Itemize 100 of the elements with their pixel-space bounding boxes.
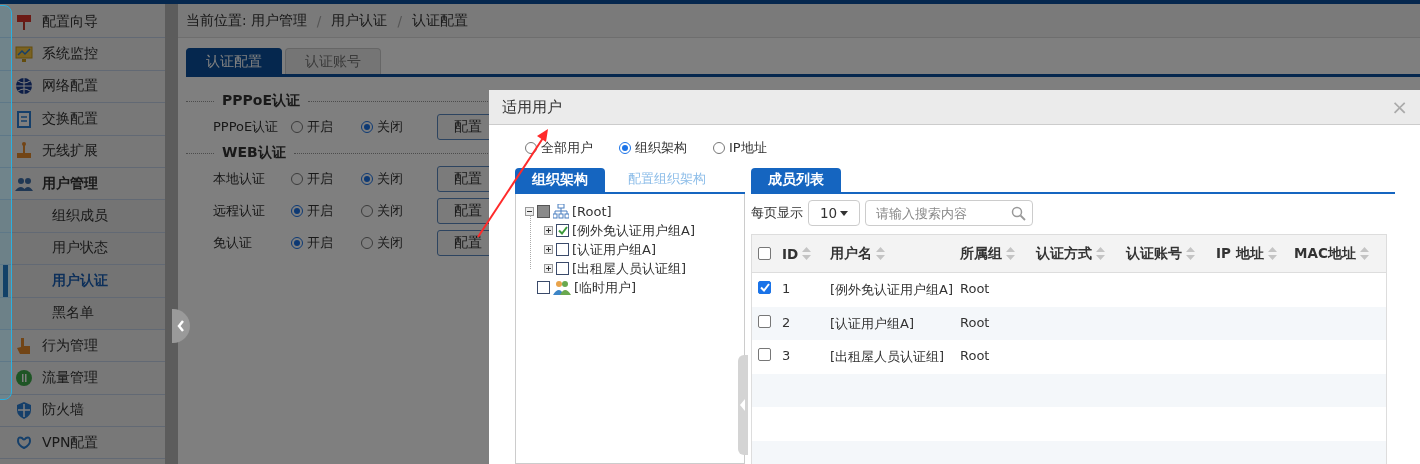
radio-button[interactable] [713, 142, 725, 154]
collapse-handle[interactable] [172, 309, 190, 343]
globe-icon [14, 76, 34, 97]
field-label: 免认证 [213, 234, 253, 252]
collapse-icon[interactable] [525, 207, 534, 216]
sidebar-item[interactable]: 交换配置 [0, 103, 165, 136]
table-cell-text: [认证用户组A] [830, 314, 916, 333]
sidebar-item[interactable]: 流量管理 [0, 362, 165, 395]
breadcrumb-item: 当前位置: 用户管理 [186, 11, 307, 30]
sort-icon[interactable] [876, 246, 885, 261]
field-label: 本地认证 [213, 170, 266, 188]
radio-button[interactable] [361, 205, 373, 217]
radio-label[interactable]: 开启 [307, 118, 333, 136]
clipboard-icon [14, 108, 34, 129]
table-cell-text: [例外免认证用户组A] [830, 281, 955, 299]
search-icon[interactable] [1011, 206, 1026, 221]
expand-icon[interactable] [544, 245, 553, 254]
dialog-title: 适用用户 [502, 97, 563, 117]
sort-icon[interactable] [1096, 246, 1105, 261]
tree-label[interactable]: [认证用户组A] [572, 240, 657, 259]
column-header[interactable]: MAC地址 [1294, 244, 1356, 263]
sidebar-item[interactable]: 网络配置 [0, 70, 165, 104]
radio-button[interactable] [619, 142, 631, 154]
users-icon [553, 280, 571, 295]
tree-label[interactable]: [Root] [572, 204, 612, 219]
table-cell-text: 2 [782, 314, 792, 330]
page-size-dropdown[interactable]: 10 [808, 200, 860, 226]
column-header[interactable]: 认证账号 [1126, 244, 1182, 263]
panel-tab[interactable]: 组织架构 [515, 168, 605, 192]
radio-label[interactable]: 开启 [307, 170, 333, 188]
tree-label[interactable]: [临时用户] [574, 278, 637, 297]
radio-label[interactable]: 开启 [307, 234, 333, 252]
sidebar-item[interactable]: 防火墙 [0, 394, 165, 428]
checkbox[interactable] [556, 224, 569, 237]
sidebar-item[interactable]: 系统监控 [0, 38, 165, 71]
radio-button[interactable] [291, 121, 303, 133]
breadcrumb-separator: / [316, 12, 322, 29]
column-header[interactable]: 认证方式 [1036, 244, 1092, 263]
shield-icon [14, 400, 34, 421]
column-header[interactable]: IP 地址 [1216, 244, 1264, 263]
checkbox[interactable] [537, 281, 550, 294]
expand-icon[interactable] [544, 264, 553, 273]
radio-label[interactable]: 关闭 [377, 118, 403, 136]
radio-label[interactable]: 全部用户 [541, 139, 593, 157]
sort-icon[interactable] [802, 246, 812, 261]
checkbox[interactable] [537, 205, 550, 218]
column-header[interactable]: 用户名 [830, 244, 872, 263]
radio-label[interactable]: 关闭 [377, 170, 403, 188]
breadcrumb-separator: / [397, 12, 402, 29]
search-field[interactable]: 请输入搜索内容 [865, 200, 1033, 226]
radio-button[interactable] [361, 237, 373, 249]
radio-label[interactable]: 开启 [307, 202, 333, 220]
collapse-handle[interactable] [738, 355, 748, 455]
breadcrumb-item[interactable]: 用户认证 [331, 11, 388, 30]
radio-button[interactable] [361, 173, 373, 185]
sort-icon[interactable] [1359, 246, 1369, 261]
page-size-label: 每页显示 [751, 204, 803, 222]
radio-button[interactable] [525, 142, 537, 154]
sort-icon[interactable] [1006, 246, 1015, 261]
checkbox[interactable] [556, 262, 569, 275]
sort-icon[interactable] [1186, 246, 1195, 261]
network-icon [553, 204, 569, 219]
checkbox[interactable] [758, 281, 771, 294]
tab[interactable]: 认证配置 [186, 48, 282, 74]
radio-label[interactable]: IP地址 [729, 139, 767, 157]
radio-button[interactable] [291, 173, 303, 185]
panel-tab[interactable]: 成员列表 [751, 168, 841, 192]
column-header[interactable]: ID [782, 245, 799, 262]
table-cell-text: Root [960, 348, 991, 363]
table-cell-text: 3 [782, 348, 792, 363]
checkbox[interactable] [758, 314, 771, 328]
tree-label[interactable]: [例外免认证用户组A] [572, 221, 696, 240]
checkbox[interactable] [758, 348, 771, 361]
checkbox[interactable] [556, 243, 569, 256]
tree-label[interactable]: [出租屋人员认证组] [572, 259, 687, 278]
submenu-item[interactable]: 用户状态 [0, 232, 165, 266]
radio-label[interactable]: 关闭 [377, 202, 403, 220]
breadcrumb-item: 认证配置 [411, 11, 468, 30]
circle-icon [14, 368, 34, 388]
radio-label[interactable]: 关闭 [377, 234, 403, 252]
radio-label[interactable]: 组织架构 [635, 139, 687, 157]
table-cell-text: 1 [782, 281, 792, 296]
column-header[interactable]: 所属组 [960, 244, 1002, 263]
radio-button[interactable] [291, 237, 303, 249]
field-label: 远程认证 [213, 202, 266, 220]
sort-icon[interactable] [1267, 246, 1277, 261]
checkbox[interactable] [758, 247, 771, 260]
submenu-item[interactable]: 黑名单 [0, 297, 165, 330]
table-cell-text: Root [960, 314, 991, 330]
radio-button[interactable] [361, 121, 373, 133]
table-cell-text: [出租屋人员认证组] [830, 348, 946, 366]
monitor-icon [14, 44, 34, 65]
table-cell-text: Root [960, 281, 991, 296]
caret-icon [840, 210, 849, 216]
submenu-item[interactable]: 组织成员 [0, 200, 165, 233]
submenu-item[interactable]: 用户认证 [0, 265, 165, 298]
section-title: WEB认证 [221, 144, 287, 162]
expand-icon[interactable] [544, 226, 553, 235]
radio-button[interactable] [291, 205, 303, 217]
field-label: PPPoE认证 [213, 118, 280, 136]
